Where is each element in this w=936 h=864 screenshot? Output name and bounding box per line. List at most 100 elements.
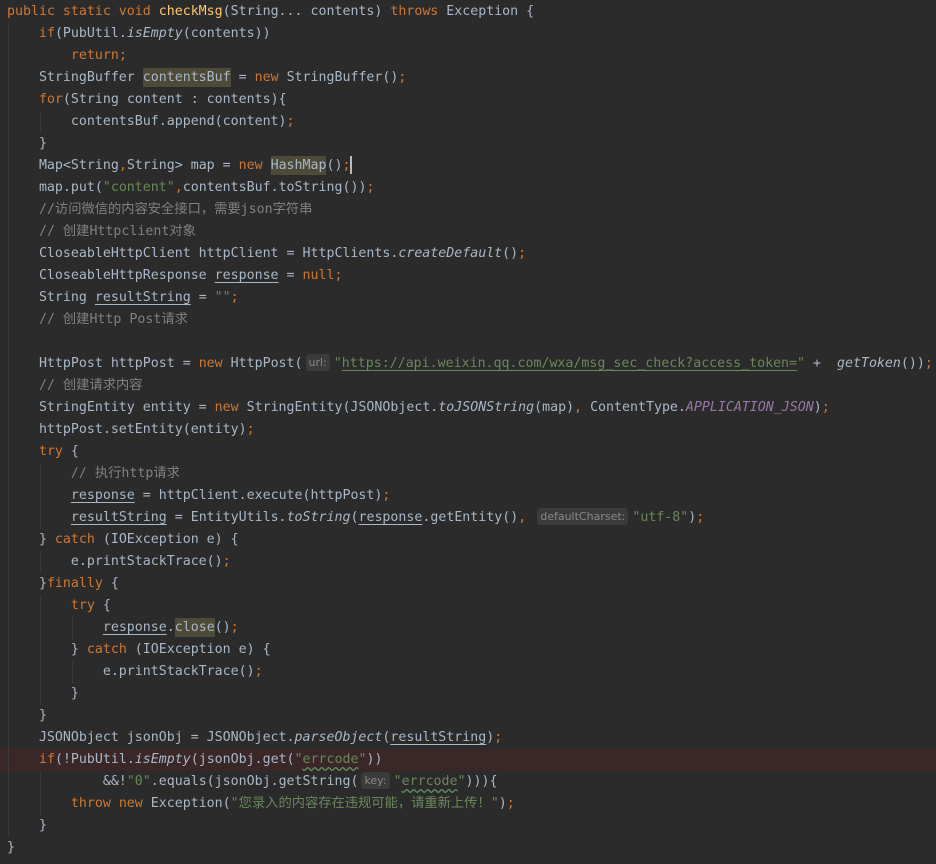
code-token[interactable]: , [574,400,582,415]
code-token[interactable]: CloseableHttpClient httpClient = HttpCli… [7,246,398,261]
code-token[interactable]: = [191,290,215,305]
code-token[interactable]: ; [231,290,239,305]
code-token[interactable]: "content" [103,180,175,195]
code-token[interactable]: } [7,840,15,855]
code-line[interactable]: // 创建请求内容 [0,375,936,397]
code-token[interactable] [7,312,39,327]
code-token[interactable]: ; [696,510,704,525]
code-line[interactable]: return; [0,45,936,67]
code-token[interactable]: (map) [534,400,574,415]
code-line[interactable]: String resultString = ""; [0,287,936,309]
code-line[interactable]: e.printStackTrace(); [0,661,936,683]
code-token[interactable]: for [39,92,63,107]
code-line[interactable]: CloseableHttpClient httpClient = HttpCli… [0,243,936,265]
code-line[interactable]: } catch (IOException e) { [0,639,936,661]
code-token[interactable]: JSONObject jsonObj = JSONObject. [7,730,295,745]
code-token[interactable]: } [7,818,47,833]
code-token[interactable]: ; [287,114,295,129]
code-token[interactable]: catch [55,532,95,547]
code-token[interactable]: // 创建请求内容 [39,378,143,393]
code-token[interactable] [526,510,534,525]
code-token[interactable] [7,598,71,613]
code-token[interactable]: isEmpty [127,26,183,41]
code-token[interactable]: contentsBuf.toString()) [183,180,367,195]
code-token[interactable]: "0" [127,774,151,789]
code-token[interactable] [7,224,39,239]
code-token[interactable]: close [174,620,215,635]
code-token[interactable] [7,378,39,393]
code-token[interactable]: . [167,620,175,635]
code-token[interactable]: Exception( [151,796,231,811]
code-token[interactable]: errcode [402,774,458,789]
code-token[interactable]: //访问微信的内容安全接口，需要json字符串 [39,202,312,217]
code-token[interactable] [7,48,71,63]
code-token[interactable]: null; [303,268,343,283]
code-token[interactable]: ; [342,158,350,173]
code-token[interactable]: parseObject [295,730,383,745]
code-token[interactable]: resultString [390,730,486,745]
code-line[interactable]: }finally { [0,573,936,595]
code-token[interactable] [7,444,39,459]
code-token[interactable] [7,510,71,525]
code-token[interactable] [7,488,71,503]
code-line[interactable]: httpPost.setEntity(entity); [0,419,936,441]
code-token[interactable]: // 创建Httpclient对象 [39,224,196,239]
code-line[interactable]: // 创建Http Post请求 [0,309,936,331]
code-token[interactable] [7,620,103,635]
code-line[interactable]: } catch (IOException e) { [0,529,936,551]
code-line[interactable]: } [0,133,936,155]
code-token[interactable]: ; [223,554,231,569]
code-line[interactable] [0,331,936,353]
code-token[interactable]: () [502,246,518,261]
code-token[interactable]: map.put( [7,180,103,195]
code-line[interactable]: if(PubUtil.isEmpty(contents)) [0,23,936,45]
code-line[interactable]: resultString = EntityUtils.toString(resp… [0,507,936,529]
code-token[interactable]: APPLICATION_JSON [686,400,814,415]
code-line[interactable]: response = httpClient.execute(httpPost); [0,485,936,507]
code-token[interactable]: (IOException e) { [95,532,239,547]
code-token[interactable]: // 执行http请求 [71,466,180,481]
code-line[interactable]: //访问微信的内容安全接口，需要json字符串 [0,199,936,221]
code-token[interactable]: createDefault [398,246,502,261]
code-token[interactable]: } [7,642,87,657]
code-token[interactable]: errcode [303,752,359,767]
code-token[interactable]: = [279,268,303,283]
code-token[interactable]: ) [499,796,507,811]
code-line[interactable]: response.close(); [0,617,936,639]
code-token[interactable]: " [458,774,466,789]
code-token[interactable]: { [103,576,119,591]
code-token[interactable]: Exception { [446,4,534,19]
code-line[interactable]: // 执行http请求 [0,463,936,485]
code-token[interactable]: resultString [71,510,167,525]
code-token[interactable]: toJSONString [438,400,534,415]
code-line[interactable]: } [0,683,936,705]
code-token[interactable] [7,752,39,767]
code-token[interactable]: (jsonObj.get( [191,752,295,767]
code-token[interactable]: throw new [71,796,151,811]
code-line[interactable]: try { [0,595,936,617]
code-line[interactable]: if(!PubUtil.isEmpty(jsonObj.get("errcode… [0,749,936,771]
code-token[interactable]: ; [247,422,255,437]
code-line[interactable]: throw new Exception("您录入的内容存在违规可能，请重新上传！… [0,793,936,815]
code-token[interactable]: ; [518,246,526,261]
code-token[interactable]: response [103,620,167,635]
code-token[interactable]: StringBuffer [7,70,143,85]
code-token[interactable] [7,26,39,41]
code-area[interactable]: public static void checkMsg(String... co… [0,1,936,859]
code-line[interactable]: map.put("content",contentsBuf.toString()… [0,177,936,199]
code-token[interactable]: ; [366,180,374,195]
code-token[interactable]: if [39,752,55,767]
code-token[interactable]: } [7,686,79,701]
code-token[interactable]: ; [382,488,390,503]
code-token[interactable]: " [334,356,342,371]
code-token[interactable]: CloseableHttpResponse [7,268,215,283]
code-token[interactable]: throws [390,4,446,19]
code-token[interactable]: = httpClient.execute(httpPost) [135,488,383,503]
code-editor[interactable]: public static void checkMsg(String... co… [0,0,936,864]
code-token[interactable]: new [239,158,271,173]
code-token[interactable]: " [295,752,303,767]
code-token[interactable]: HttpPost( [223,356,303,371]
code-token[interactable]: e.printStackTrace() [7,554,223,569]
code-token[interactable]: String [7,290,95,305]
code-token[interactable]: response [358,510,422,525]
